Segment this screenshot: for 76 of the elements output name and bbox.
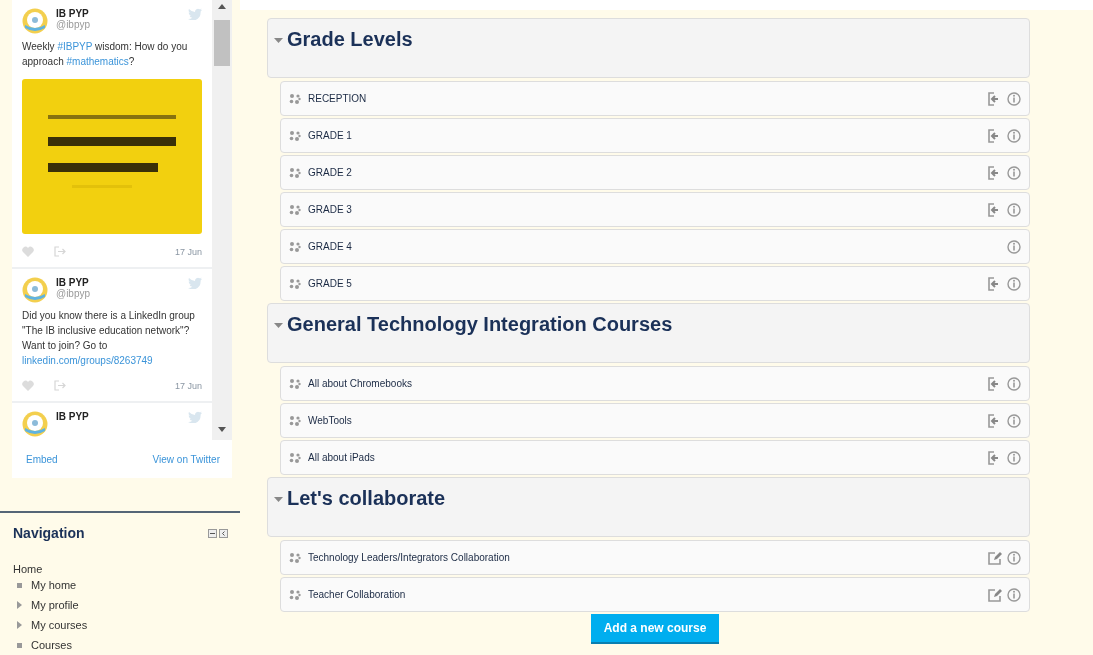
- info-icon[interactable]: [1007, 413, 1021, 428]
- collapse-icon[interactable]: [274, 497, 283, 503]
- nav-link[interactable]: Home: [13, 563, 240, 575]
- tweet-text: Did you know there is a LinkedIn group "The IB inclusive education network"? Want to join? Go to linkedin.com/groups/8263749: [22, 309, 196, 368]
- minimize-icon[interactable]: [208, 528, 217, 538]
- dock-icon[interactable]: [219, 528, 228, 538]
- info-icon[interactable]: [1007, 276, 1021, 291]
- info-icon[interactable]: [1007, 91, 1021, 106]
- course-link[interactable]: All about Chromebooks: [308, 378, 981, 389]
- info-icon[interactable]: [1007, 587, 1021, 602]
- heart-icon[interactable]: [22, 246, 34, 257]
- info-icon[interactable]: [1007, 376, 1021, 391]
- avatar-icon: [22, 277, 48, 303]
- info-icon[interactable]: [1007, 165, 1021, 180]
- course-icon: [289, 166, 301, 179]
- course-link[interactable]: RECEPTION: [308, 93, 981, 104]
- bullet-icon: [17, 582, 22, 588]
- course-link[interactable]: GRADE 1: [308, 130, 981, 141]
- expand-icon[interactable]: [17, 621, 22, 629]
- block-title: Navigation: [13, 525, 86, 541]
- info-icon[interactable]: [1007, 128, 1021, 143]
- course-icon: [289, 551, 301, 564]
- bird-icon: [188, 8, 202, 20]
- course-icon: [289, 414, 301, 427]
- heart-icon[interactable]: [22, 380, 34, 391]
- info-icon[interactable]: [1007, 550, 1021, 565]
- course-icon: [289, 129, 301, 142]
- tweet-author: IB PYP: [56, 277, 90, 288]
- category-title[interactable]: Let's collaborate: [287, 487, 446, 510]
- info-icon[interactable]: [1007, 239, 1021, 254]
- tweet-handle: @ibpyp: [56, 19, 92, 30]
- info-icon[interactable]: [1007, 450, 1021, 465]
- scrollbar-thumb[interactable]: [214, 20, 230, 66]
- course-icon: [289, 377, 301, 390]
- course-icon: [289, 277, 301, 290]
- nav-link[interactable]: My profile: [31, 599, 79, 611]
- bullet-icon: [17, 642, 22, 648]
- course-icon: [289, 451, 301, 464]
- tweet-author: IB PYP: [56, 8, 90, 19]
- bird-icon: [188, 411, 202, 423]
- nav-link[interactable]: My home: [31, 579, 77, 591]
- collapse-icon[interactable]: [274, 38, 283, 44]
- nav-link[interactable]: Courses: [31, 639, 72, 651]
- scroll-down-icon[interactable]: [218, 427, 226, 432]
- tweet-handle: @ibpyp: [56, 288, 92, 299]
- course-link[interactable]: GRADE 4: [308, 241, 1000, 252]
- tweet-author: IB PYP: [56, 411, 90, 422]
- course-link[interactable]: WebTools: [308, 415, 981, 426]
- tweet-date: 17 Jun: [174, 380, 202, 391]
- bird-icon: [188, 277, 202, 289]
- scrollbar[interactable]: [212, 0, 232, 440]
- scroll-up-icon[interactable]: [218, 4, 226, 9]
- course-link[interactable]: Technology Leaders/Integrators Collaboration: [308, 552, 981, 563]
- edit-icon[interactable]: [988, 587, 1002, 602]
- nav-link[interactable]: My courses: [31, 619, 88, 631]
- course-icon: [289, 203, 301, 216]
- avatar-icon: [22, 411, 48, 437]
- collapse-icon[interactable]: [274, 323, 283, 329]
- category-title[interactable]: General Technology Integration Courses: [287, 313, 673, 336]
- info-icon[interactable]: [1007, 202, 1021, 217]
- tweet-date: 17 Jun: [174, 246, 202, 257]
- course-icon: [289, 588, 301, 601]
- edit-icon[interactable]: [988, 550, 1002, 565]
- course-link[interactable]: All about iPads: [308, 452, 981, 463]
- share-icon[interactable]: [54, 380, 66, 391]
- course-icon: [289, 92, 301, 105]
- tweet-text: Weekly #IBPYP wisdom: How do you approach #mathematics?: [22, 40, 189, 69]
- share-icon[interactable]: [54, 246, 66, 257]
- course-link[interactable]: GRADE 5: [308, 278, 981, 289]
- expand-icon[interactable]: [17, 601, 22, 609]
- avatar-icon: [22, 8, 48, 34]
- course-link[interactable]: GRADE 2: [308, 167, 981, 178]
- course-link[interactable]: Teacher Collaboration: [308, 589, 981, 600]
- category-title[interactable]: Grade Levels: [287, 28, 413, 51]
- course-icon: [289, 240, 301, 253]
- course-link[interactable]: GRADE 3: [308, 204, 981, 215]
